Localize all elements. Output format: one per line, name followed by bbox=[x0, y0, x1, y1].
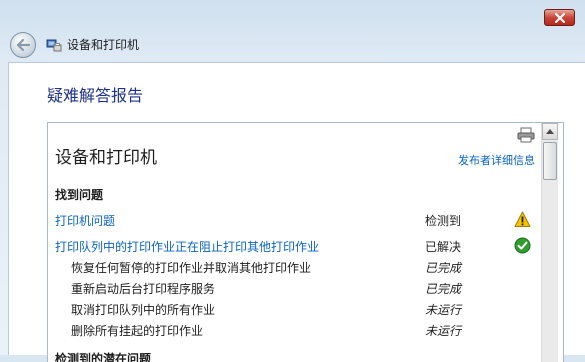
problem-link[interactable]: 打印机问题 bbox=[55, 212, 115, 229]
close-icon bbox=[554, 12, 565, 23]
scroll-up-button[interactable] bbox=[542, 123, 558, 140]
action-status: 已完成 bbox=[425, 282, 462, 296]
problem-row: 打印机问题 检测到 bbox=[48, 210, 546, 230]
publisher-details-link[interactable]: 发布者详细信息 bbox=[458, 152, 535, 168]
content-area: 疑难解答报告 设备和打印机 发布者详细信息 找到问题 打印机问题 检测到 打印队… bbox=[8, 62, 585, 362]
problem-status: 已解决 bbox=[425, 240, 462, 254]
action-status: 未运行 bbox=[425, 324, 462, 338]
section-heading-problems-found: 找到问题 bbox=[55, 188, 104, 202]
section-heading-potential-issues: 检测到的潜在问题 bbox=[55, 352, 152, 362]
page-title: 疑难解答报告 bbox=[47, 86, 144, 105]
problem-status: 检测到 bbox=[425, 214, 462, 228]
action-label: 重新启动后台打印程序服务 bbox=[71, 282, 216, 296]
back-button[interactable] bbox=[10, 32, 36, 58]
report-title: 设备和打印机 bbox=[55, 148, 157, 168]
warning-icon bbox=[514, 211, 531, 227]
print-icon[interactable] bbox=[517, 127, 535, 143]
chevron-up-icon bbox=[546, 129, 554, 134]
address-bar-title[interactable]: 设备和打印机 bbox=[67, 36, 139, 53]
problem-row: 打印队列中的打印作业正在阻止打印其他打印作业 已解决 bbox=[48, 236, 546, 256]
check-icon bbox=[514, 237, 531, 254]
devices-printers-icon bbox=[46, 39, 62, 52]
action-row: 取消打印队列中的所有作业 未运行 bbox=[48, 299, 546, 319]
close-button[interactable] bbox=[544, 9, 575, 26]
troubleshooting-report: 设备和打印机 发布者详细信息 找到问题 打印机问题 检测到 打印队列中的打印作业… bbox=[47, 122, 564, 362]
action-status: 已完成 bbox=[425, 261, 462, 275]
action-status: 未运行 bbox=[425, 303, 462, 317]
window-frame: 设备和打印机 疑难解答报告 设备和打印机 发布者详细信息 找到问题 打印机问题 … bbox=[0, 0, 585, 362]
action-row: 删除所有挂起的打印作业 未运行 bbox=[48, 320, 546, 340]
action-label: 删除所有挂起的打印作业 bbox=[71, 324, 204, 338]
problem-link[interactable]: 打印队列中的打印作业正在阻止打印其他打印作业 bbox=[55, 238, 319, 255]
action-row: 重新启动后台打印程序服务 已完成 bbox=[48, 278, 546, 298]
action-row: 恢复任何暂停的打印作业并取消其他打印作业 已完成 bbox=[48, 257, 546, 277]
action-label: 取消打印队列中的所有作业 bbox=[71, 303, 216, 317]
vertical-scrollbar[interactable] bbox=[541, 123, 558, 362]
action-label: 恢复任何暂停的打印作业并取消其他打印作业 bbox=[71, 261, 312, 275]
scrollbar-thumb[interactable] bbox=[543, 142, 557, 180]
back-arrow-icon bbox=[16, 39, 30, 51]
